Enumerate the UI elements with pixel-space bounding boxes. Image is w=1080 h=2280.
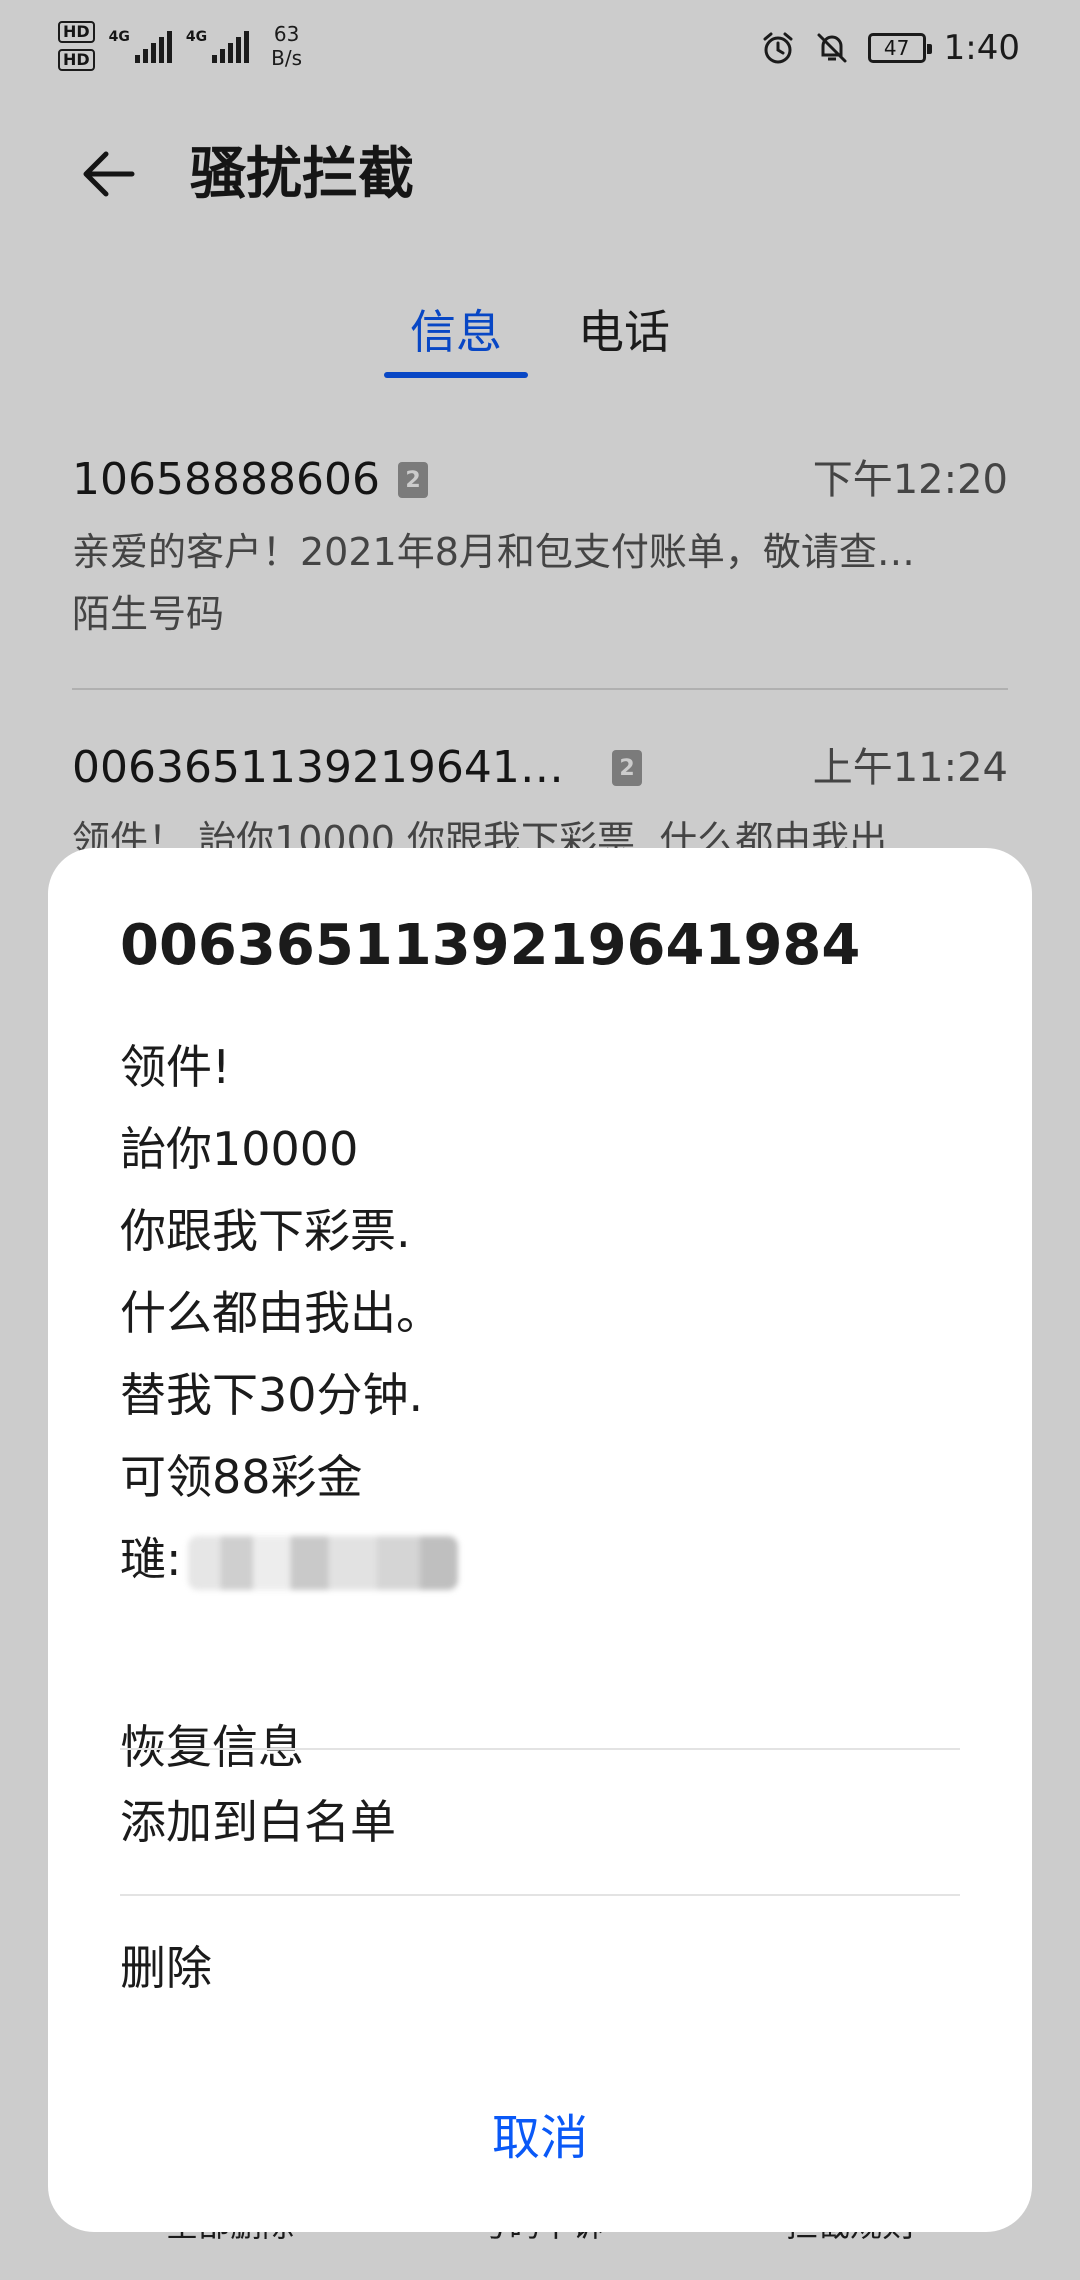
message-body: 领件! 詒你10000 你跟我下彩票. 什么都由我出。 替我下30分钟. 可领8… [120,1026,960,1600]
message-line: 领件! [120,1040,231,1094]
cancel-button[interactable]: 取消 [120,2088,960,2188]
message-line: 詒你10000 [120,1122,359,1176]
add-to-whitelist-button[interactable]: 添加到白名单 [120,1749,960,1895]
message-contact-line: 璡: [120,1518,960,1600]
redacted-contact [187,1535,458,1590]
delete-button[interactable]: 删除 [120,1895,960,2041]
dialog-title: 0063651139219641984 [120,913,861,978]
message-line: 你跟我下彩票. [120,1204,411,1258]
message-detail-dialog: 0063651139219641984 领件! 詒你10000 你跟我下彩票. … [48,848,1032,2232]
contact-prefix: 璡: [120,1532,182,1586]
message-line: 可领88彩金 [120,1450,363,1504]
message-line: 什么都由我出。 [120,1286,442,1340]
message-line: 替我下30分钟. [120,1368,424,1422]
